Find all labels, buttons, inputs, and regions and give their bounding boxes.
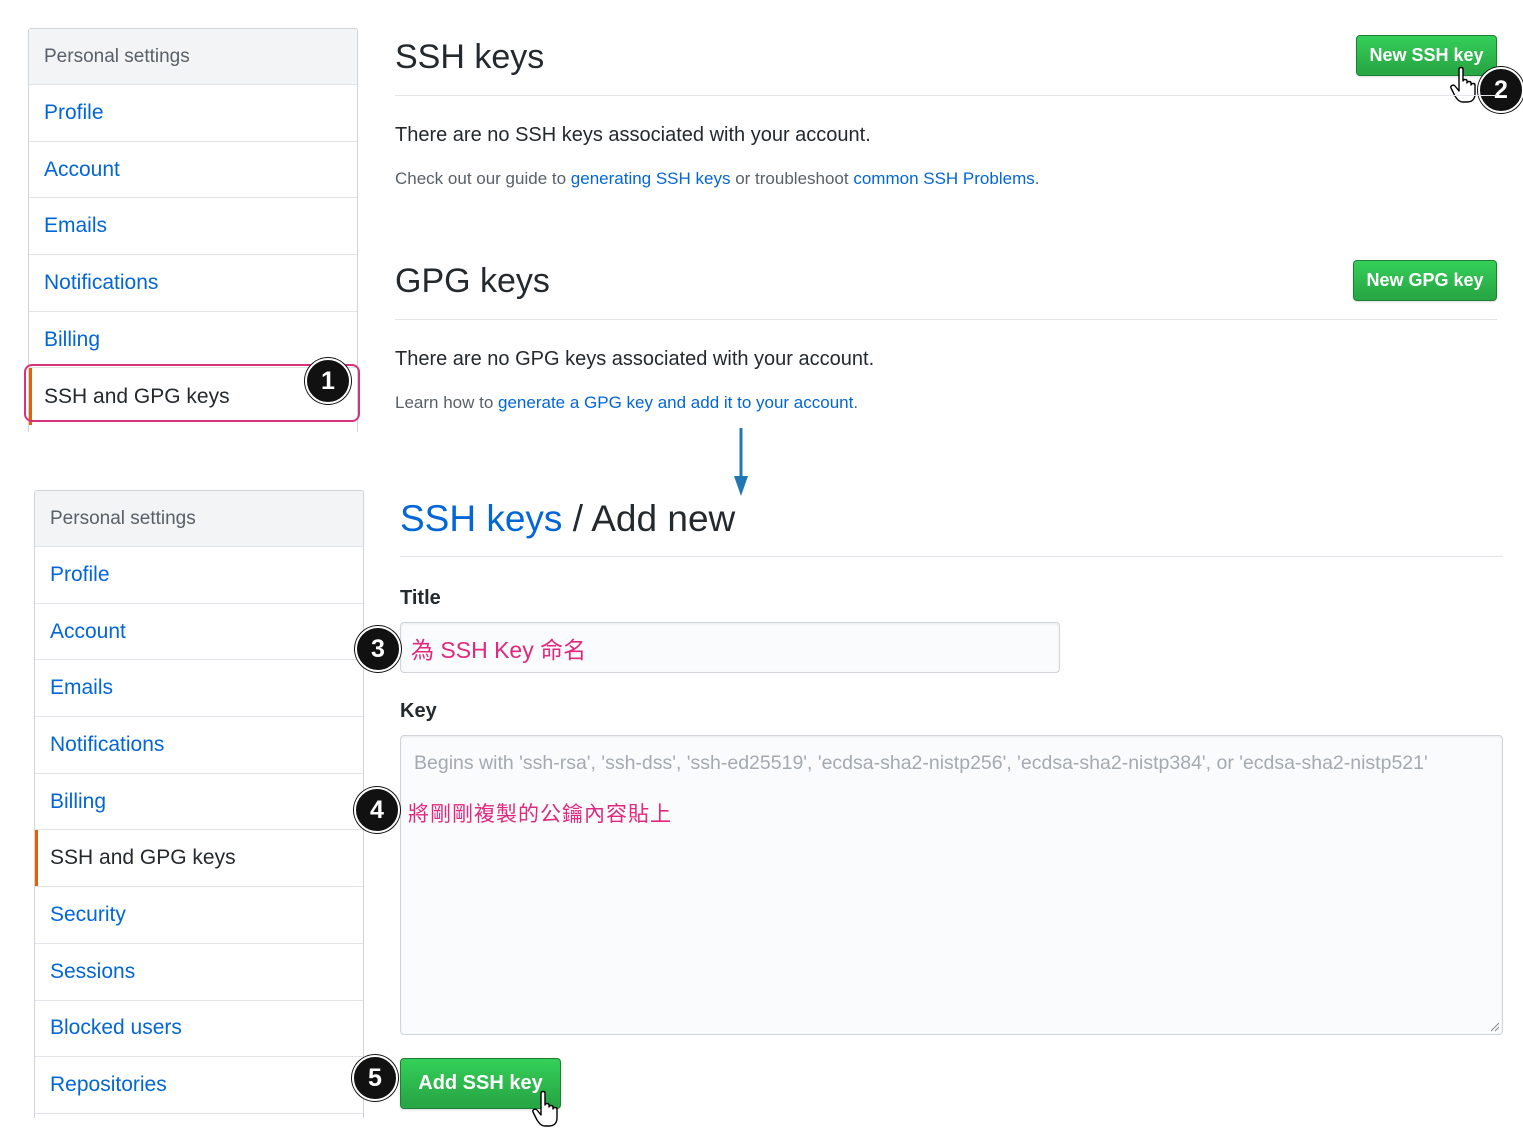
- sidebar-item-blocked-users[interactable]: Blocked users: [35, 1001, 363, 1058]
- gpg-keys-heading: GPG keys: [395, 262, 550, 300]
- gpg-learn-suffix: .: [853, 393, 859, 412]
- step-badge-5: 5: [352, 1055, 398, 1101]
- new-gpg-key-button[interactable]: New GPG key: [1353, 260, 1497, 301]
- generating-ssh-keys-link[interactable]: generating SSH keys: [571, 169, 731, 188]
- ssh-heading-divider: [395, 95, 1497, 96]
- down-arrow-icon: [734, 428, 748, 496]
- step-badge-2: 2: [1478, 67, 1523, 113]
- common-ssh-problems-link[interactable]: common SSH Problems: [853, 169, 1034, 188]
- settings-menu-bottom: Personal settings Profile Account Emails…: [34, 490, 364, 1118]
- sidebar-item-profile[interactable]: Profile: [29, 85, 357, 142]
- menu-heading: Personal settings: [35, 491, 363, 547]
- menu-heading: Personal settings: [29, 29, 357, 85]
- sidebar-item-account[interactable]: Account: [29, 142, 357, 199]
- ssh-keys-heading: SSH keys: [395, 38, 545, 76]
- gpg-learn-text: Learn how to generate a GPG key and add …: [395, 393, 858, 413]
- gpg-learn-prefix: Learn how to: [395, 393, 499, 412]
- breadcrumb-current: Add new: [591, 498, 736, 539]
- gpg-empty-text: There are no GPG keys associated with yo…: [395, 348, 875, 370]
- sidebar-item-notifications[interactable]: Notifications: [29, 255, 357, 312]
- step-badge-4: 4: [354, 787, 400, 833]
- sidebar-item-emails[interactable]: Emails: [29, 198, 357, 256]
- add-new-divider: [400, 556, 1503, 557]
- key-placeholder: Begins with 'ssh-rsa', 'ssh-dss', 'ssh-e…: [414, 752, 1428, 774]
- resize-grip-icon[interactable]: [1490, 1022, 1500, 1032]
- ssh-guide-prefix: Check out our guide to: [395, 169, 571, 188]
- title-label: Title: [400, 587, 441, 609]
- sidebar-item-account[interactable]: Account: [35, 604, 363, 661]
- add-new-heading: SSH keys / Add new: [400, 498, 735, 540]
- sidebar-item-billing[interactable]: Billing: [29, 312, 357, 369]
- step-badge-1: 1: [305, 358, 351, 404]
- sidebar-item-emails[interactable]: Emails: [35, 660, 363, 718]
- ssh-guide-middle: or troubleshoot: [730, 169, 854, 188]
- hand-pointer-icon: [532, 1090, 558, 1127]
- gpg-heading-divider: [395, 319, 1497, 320]
- sidebar-item-repositories[interactable]: Repositories: [35, 1057, 363, 1114]
- breadcrumb-separator: /: [562, 498, 592, 539]
- sidebar-item-ssh-gpg-keys[interactable]: SSH and GPG keys: [35, 830, 363, 888]
- ssh-empty-text: There are no SSH keys associated with yo…: [395, 124, 871, 146]
- title-input[interactable]: 為 SSH Key 命名: [400, 622, 1060, 673]
- sidebar-item-security[interactable]: Security: [35, 887, 363, 944]
- sidebar-item-sessions[interactable]: Sessions: [35, 944, 363, 1001]
- sidebar-item-profile[interactable]: Profile: [35, 547, 363, 604]
- ssh-guide-suffix: .: [1034, 169, 1040, 188]
- sidebar-item-billing[interactable]: Billing: [35, 774, 363, 831]
- sidebar-item-notifications[interactable]: Notifications: [35, 717, 363, 774]
- hand-pointer-icon: [1450, 66, 1476, 103]
- title-input-value: 為 SSH Key 命名: [411, 636, 587, 663]
- key-textarea[interactable]: Begins with 'ssh-rsa', 'ssh-dss', 'ssh-e…: [400, 735, 1503, 1035]
- ssh-guide-text: Check out our guide to generating SSH ke…: [395, 169, 1039, 189]
- key-label: Key: [400, 700, 437, 722]
- key-paste-note: 將剛剛複製的公鑰內容貼上: [408, 803, 672, 826]
- generate-gpg-key-link[interactable]: generate a GPG key and add it to your ac…: [498, 393, 853, 412]
- breadcrumb-ssh-keys-link[interactable]: SSH keys: [400, 498, 562, 539]
- step-badge-3: 3: [355, 626, 401, 672]
